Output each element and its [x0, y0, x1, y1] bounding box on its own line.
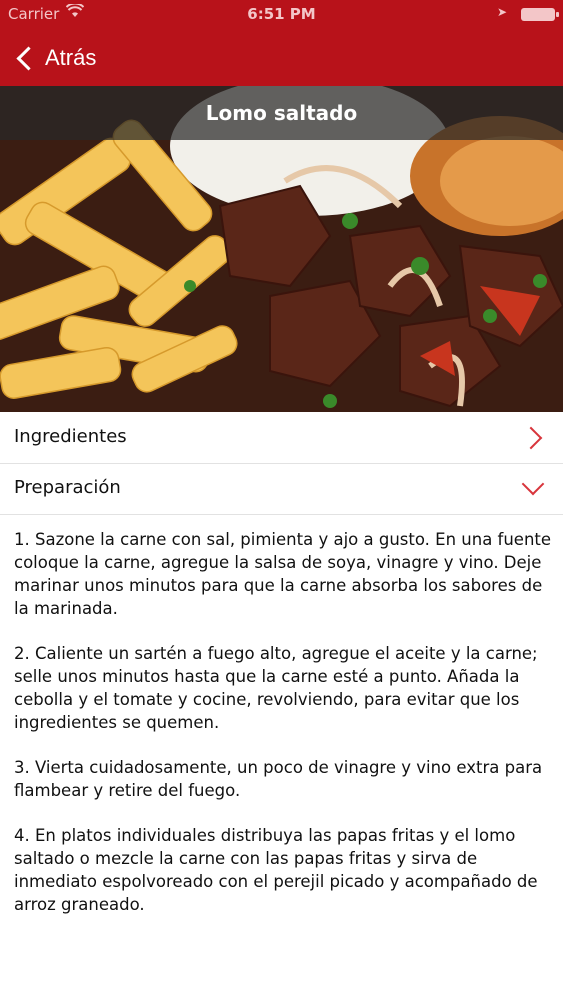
- chevron-right-icon: [519, 426, 543, 450]
- navigation-bar: Atrás: [0, 30, 563, 86]
- back-button-label: Atrás: [45, 45, 97, 70]
- preparation-steps: 1. Sazone la carne con sal, pimienta y a…: [14, 528, 552, 938]
- ingredientes-label: Ingredientes: [14, 426, 127, 447]
- location-arrow-icon: ➤: [496, 5, 507, 19]
- preparacion-label: Preparación: [14, 477, 121, 498]
- status-time: 6:51 PM: [247, 5, 316, 23]
- preparation-step: 1. Sazone la carne con sal, pimienta y a…: [14, 530, 552, 618]
- back-button[interactable]: Atrás: [14, 42, 96, 74]
- preparation-step: 3. Vierta cuidadosamente, un poco de vin…: [14, 758, 543, 800]
- battery-icon: [521, 8, 559, 21]
- preparacion-row[interactable]: Preparación: [0, 464, 563, 515]
- ingredientes-row[interactable]: Ingredientes: [0, 413, 563, 464]
- recipe-title: Lomo saltado: [0, 86, 563, 140]
- preparation-step: 4. En platos individuales distribuya las…: [14, 826, 538, 914]
- preparation-step: 2. Caliente un sartén a fuego alto, agre…: [14, 644, 538, 732]
- chevron-down-icon: [521, 472, 545, 496]
- status-bar: Carrier 6:51 PM ➤: [0, 0, 563, 30]
- chevron-left-icon: [16, 45, 41, 71]
